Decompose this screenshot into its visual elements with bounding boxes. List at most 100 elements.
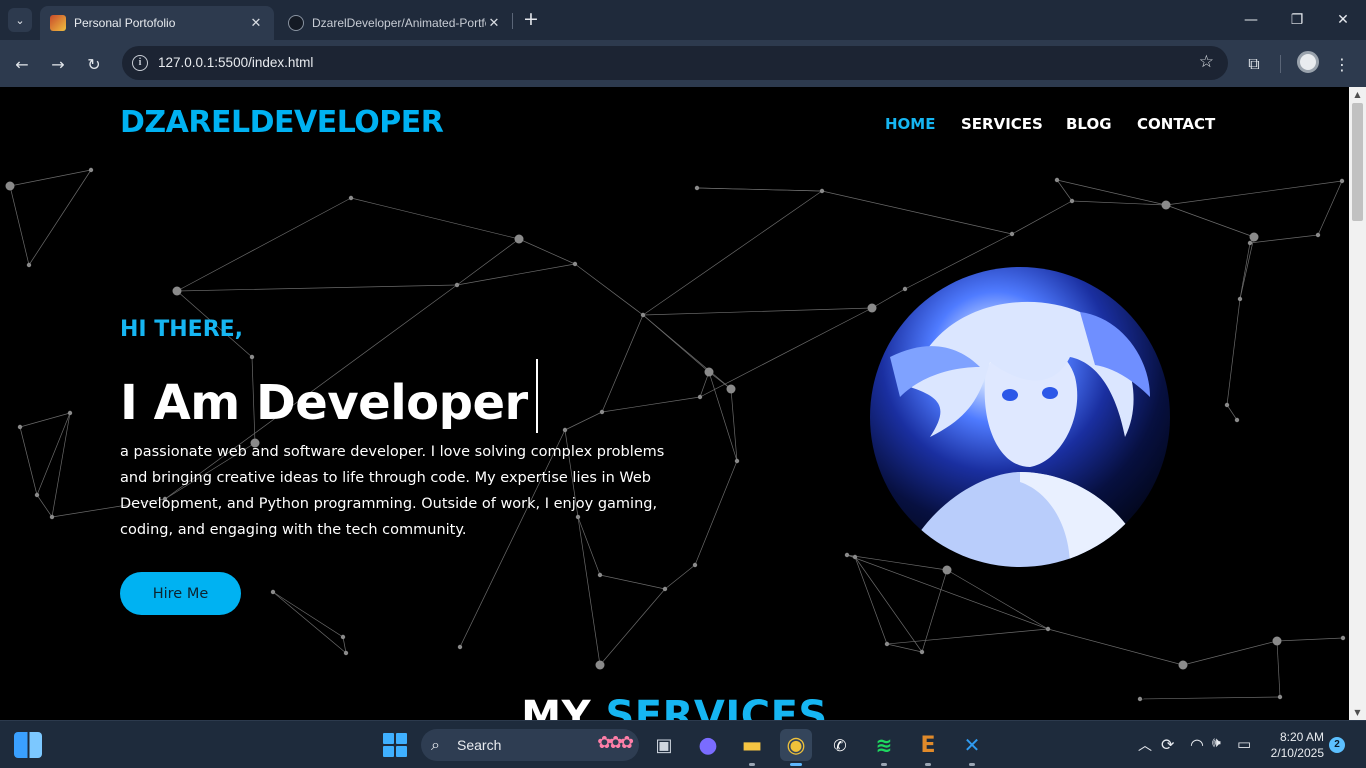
extensions-icon[interactable]: ⧉ bbox=[1242, 52, 1266, 76]
network-node bbox=[867, 303, 877, 313]
network-link bbox=[36, 412, 71, 496]
network-link bbox=[1047, 628, 1184, 666]
nav-home[interactable]: HOME bbox=[885, 115, 935, 133]
file-explorer-icon[interactable]: ▬ bbox=[736, 729, 768, 766]
network-node bbox=[662, 586, 668, 592]
network-link bbox=[28, 169, 92, 266]
volume-icon[interactable]: 🕪 bbox=[1212, 735, 1221, 751]
network-node bbox=[919, 649, 925, 655]
network-node bbox=[1161, 200, 1171, 210]
editor-app-icon[interactable]: E bbox=[912, 729, 944, 766]
start-logo-tile bbox=[396, 733, 407, 744]
network-node bbox=[1224, 402, 1230, 408]
start-button[interactable] bbox=[383, 733, 407, 757]
search-placeholder: Search bbox=[457, 737, 502, 753]
tab-github-repo[interactable]: DzarelDeveloper/Animated-Portfolio ✕ bbox=[278, 6, 512, 40]
battery-icon[interactable]: ▭ bbox=[1237, 735, 1251, 753]
bookmark-star-icon[interactable]: ☆ bbox=[1199, 52, 1214, 72]
network-link bbox=[1249, 234, 1319, 244]
network-link bbox=[642, 190, 823, 316]
spotify-icon[interactable]: ≋ bbox=[868, 729, 900, 766]
network-link bbox=[176, 197, 352, 292]
network-link bbox=[871, 288, 906, 309]
services-title-accent: SERVICES bbox=[605, 693, 828, 720]
network-node bbox=[343, 650, 349, 656]
whatsapp-icon[interactable]: ✆ bbox=[824, 729, 856, 761]
network-link bbox=[176, 284, 458, 292]
chrome-icon[interactable]: ◉ bbox=[780, 729, 812, 766]
reload-button[interactable]: ↻ bbox=[82, 52, 106, 76]
new-tab-button[interactable]: + bbox=[520, 9, 542, 31]
network-node bbox=[88, 167, 94, 173]
nav-contact[interactable]: CONTACT bbox=[1137, 115, 1215, 133]
wifi-icon[interactable]: ◠ bbox=[1190, 735, 1204, 754]
network-node bbox=[1178, 660, 1188, 670]
network-node bbox=[692, 562, 698, 568]
sync-status-icon[interactable]: ⟳ bbox=[1161, 735, 1174, 754]
address-bar[interactable]: i 127.0.0.1:5500/index.html ☆ bbox=[122, 46, 1228, 80]
network-link bbox=[886, 643, 923, 653]
network-node bbox=[819, 188, 825, 194]
close-icon[interactable]: ✕ bbox=[248, 16, 264, 31]
network-link bbox=[946, 569, 1049, 630]
network-link bbox=[51, 412, 71, 518]
url-text[interactable]: 127.0.0.1:5500/index.html bbox=[158, 55, 313, 70]
close-icon[interactable]: ✕ bbox=[486, 16, 502, 31]
network-link bbox=[1165, 180, 1343, 206]
search-highlight-icon: ✿✿✿ bbox=[597, 733, 634, 753]
hero-headline: I Am Developer bbox=[120, 359, 538, 433]
network-link bbox=[1276, 640, 1281, 698]
network-node bbox=[640, 312, 646, 318]
start-logo-tile bbox=[383, 746, 394, 757]
scroll-down-icon[interactable]: ▼ bbox=[1349, 705, 1366, 720]
hire-me-button[interactable]: Hire Me bbox=[120, 572, 241, 615]
network-link bbox=[599, 588, 666, 666]
browser-tab-strip: ⌄ Personal Portofolio ✕ DzarelDeveloper/… bbox=[0, 0, 1366, 40]
scrollbar-thumb[interactable] bbox=[1352, 103, 1363, 221]
network-node bbox=[852, 554, 858, 560]
window-close-button[interactable]: ✕ bbox=[1320, 0, 1366, 40]
network-node bbox=[348, 195, 354, 201]
tab-personal-portfolio[interactable]: Personal Portofolio ✕ bbox=[40, 6, 274, 40]
profile-avatar[interactable] bbox=[1297, 51, 1319, 73]
site-logo[interactable]: DZARELDEVELOPER bbox=[120, 105, 444, 140]
network-node bbox=[1069, 198, 1075, 204]
about-paragraph: a passionate web and software developer.… bbox=[120, 444, 665, 538]
network-node bbox=[49, 514, 55, 520]
forward-button[interactable]: → bbox=[46, 52, 70, 76]
tab-search-button[interactable]: ⌄ bbox=[8, 8, 32, 32]
back-button[interactable]: ← bbox=[10, 52, 34, 76]
notification-badge[interactable]: 2 bbox=[1329, 737, 1345, 753]
network-node bbox=[697, 394, 703, 400]
network-link bbox=[9, 185, 30, 266]
network-link bbox=[846, 554, 948, 571]
network-link bbox=[1239, 236, 1255, 300]
site-info-icon[interactable]: i bbox=[132, 55, 148, 71]
network-link bbox=[854, 556, 888, 645]
system-clock[interactable]: 8:20 AM 2/10/2025 bbox=[1262, 729, 1324, 761]
page-scrollbar[interactable]: ▲ ▼ bbox=[1349, 87, 1366, 720]
restore-button[interactable]: ❐ bbox=[1274, 0, 1320, 40]
scroll-up-icon[interactable]: ▲ bbox=[1349, 87, 1366, 102]
network-node bbox=[67, 410, 73, 416]
tab-title: Personal Portofolio bbox=[74, 16, 176, 30]
meet-app-icon[interactable]: ● bbox=[692, 729, 724, 761]
profile-portrait-image bbox=[870, 267, 1170, 567]
network-node bbox=[597, 572, 603, 578]
nav-services[interactable]: SERVICES bbox=[961, 115, 1043, 133]
network-link bbox=[696, 187, 823, 192]
vscode-icon[interactable]: ✕ bbox=[956, 729, 988, 766]
network-node bbox=[562, 427, 568, 433]
browser-menu-icon[interactable]: ⋮ bbox=[1330, 52, 1354, 76]
network-link bbox=[642, 307, 873, 316]
tray-overflow-icon[interactable]: ︿ bbox=[1138, 735, 1152, 755]
nav-blog[interactable]: BLOG bbox=[1066, 115, 1112, 133]
network-link bbox=[642, 314, 732, 390]
clock-date: 2/10/2025 bbox=[1270, 746, 1324, 760]
widgets-icon[interactable] bbox=[14, 732, 42, 758]
task-view-icon[interactable]: ▣ bbox=[648, 729, 680, 761]
network-link bbox=[599, 574, 666, 590]
taskbar-search[interactable]: ⌕ Search ✿✿✿ bbox=[421, 729, 639, 761]
typed-text: I Am Developer bbox=[120, 375, 528, 431]
minimize-button[interactable]: — bbox=[1228, 0, 1274, 40]
